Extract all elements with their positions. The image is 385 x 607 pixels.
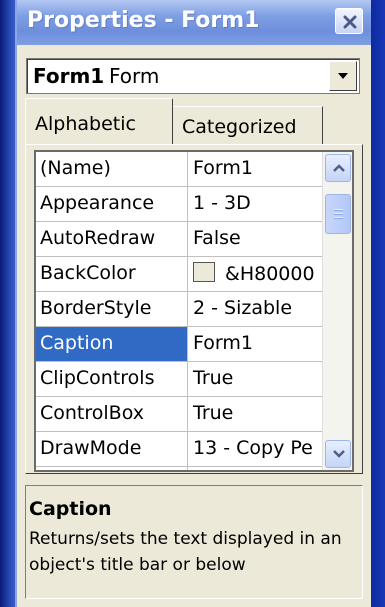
property-row-drawmode[interactable]: DrawMode 13 - Copy Pe xyxy=(36,432,322,467)
property-row-appearance[interactable]: Appearance 1 - 3D xyxy=(36,187,322,222)
property-value[interactable]: True xyxy=(188,362,322,396)
property-name: DrawMode xyxy=(36,432,188,466)
scroll-up-button[interactable] xyxy=(325,154,351,182)
property-name: BorderStyle xyxy=(36,292,188,326)
property-row-backcolor[interactable]: BackColor &H80000 xyxy=(36,257,322,292)
property-row-borderstyle[interactable]: BorderStyle 2 - Sizable xyxy=(36,292,322,327)
chevron-up-icon xyxy=(333,164,345,172)
property-row-controlbox[interactable]: ControlBox True xyxy=(36,397,322,432)
tab-alphabetic[interactable]: Alphabetic xyxy=(25,98,173,144)
property-name: ControlBox xyxy=(36,397,188,431)
property-value-backcolor[interactable]: &H80000 xyxy=(188,257,322,291)
property-row-name[interactable]: (Name) Form1 xyxy=(36,152,322,187)
property-grid: (Name) Form1 Appearance 1 - 3D AutoRedra… xyxy=(34,150,354,472)
object-name: Form1 xyxy=(33,64,105,88)
tab-categorized[interactable]: Categorized xyxy=(173,106,323,144)
description-text: Returns/sets the text displayed in an ob… xyxy=(29,529,342,575)
property-value[interactable]: False xyxy=(188,222,322,256)
scroll-thumb[interactable] xyxy=(325,194,351,234)
property-value[interactable]: True xyxy=(188,397,322,431)
desktop-edge-left xyxy=(0,0,15,607)
chevron-down-icon xyxy=(333,450,345,458)
property-name: ClipControls xyxy=(36,362,188,396)
object-dropdown-button[interactable] xyxy=(329,61,357,91)
properties-window: Properties - Form1 Form1 Form Categorize… xyxy=(15,0,371,607)
property-name: BackColor xyxy=(36,257,188,291)
tab-categorized-label: Categorized xyxy=(182,116,297,138)
property-value[interactable]: Form1 xyxy=(188,152,322,186)
vertical-scrollbar[interactable] xyxy=(322,152,352,470)
property-name: Caption xyxy=(36,327,188,361)
title-bar[interactable]: Properties - Form1 xyxy=(17,0,371,45)
object-type: Form xyxy=(109,64,160,88)
property-row-partial xyxy=(36,467,322,470)
property-row-clipcontrols[interactable]: ClipControls True xyxy=(36,362,322,397)
close-button[interactable] xyxy=(335,8,363,34)
close-icon xyxy=(343,15,357,29)
property-row-caption[interactable]: Caption Form1 xyxy=(36,327,322,362)
object-selector[interactable]: Form1 Form xyxy=(26,58,360,94)
description-pane: Caption Returns/sets the text displayed … xyxy=(25,485,363,599)
color-swatch xyxy=(193,262,215,282)
description-title: Caption xyxy=(29,498,112,520)
property-row-autoredraw[interactable]: AutoRedraw False xyxy=(36,222,322,257)
property-name-empty xyxy=(36,467,188,470)
chevron-down-icon xyxy=(338,73,348,79)
property-name: Appearance xyxy=(36,187,188,221)
property-value[interactable]: 1 - 3D xyxy=(188,187,322,221)
window-title: Properties - Form1 xyxy=(27,8,260,33)
property-value[interactable]: 2 - Sizable xyxy=(188,292,322,326)
scroll-down-button[interactable] xyxy=(325,440,351,468)
property-name: (Name) xyxy=(36,152,188,186)
backcolor-value: &H80000 xyxy=(225,263,315,285)
property-value[interactable]: 13 - Copy Pe xyxy=(188,432,322,466)
tab-alphabetic-label: Alphabetic xyxy=(35,113,136,135)
property-name: AutoRedraw xyxy=(36,222,188,256)
property-value[interactable]: Form1 xyxy=(188,327,322,361)
desktop-edge-right xyxy=(371,0,385,607)
